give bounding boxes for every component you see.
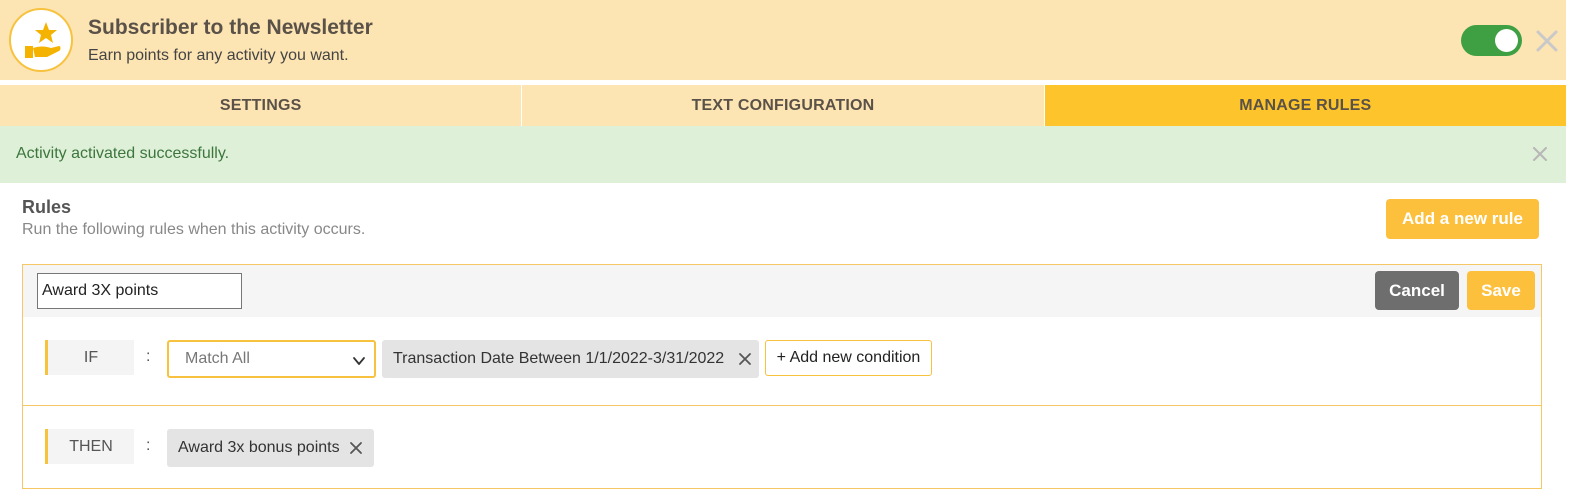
match-select[interactable]: Match All <box>167 340 376 378</box>
success-alert: Activity activated successfully. <box>0 126 1566 183</box>
tab-manage-rules[interactable]: MANAGE RULES <box>1044 85 1566 126</box>
activity-title: Subscriber to the Newsletter <box>88 16 373 39</box>
action-chip: Award 3x bonus points <box>167 429 374 467</box>
add-rule-button[interactable]: Add a new rule <box>1386 199 1539 239</box>
rule-name-input[interactable] <box>37 273 242 309</box>
cancel-button[interactable]: Cancel <box>1375 271 1459 310</box>
rule-card: Cancel Save IF : Match All Transaction D… <box>22 264 1542 489</box>
activity-toggle[interactable] <box>1461 25 1522 56</box>
then-keyword: THEN <box>45 429 134 464</box>
remove-action-icon[interactable] <box>349 441 363 455</box>
tab-bar: SETTINGS TEXT CONFIGURATION MANAGE RULES <box>0 85 1566 126</box>
rules-description: Run the following rules when this activi… <box>22 221 366 238</box>
condition-chip-label: Transaction Date Between 1/1/2022-3/31/2… <box>393 350 725 367</box>
rule-header: Cancel Save <box>23 265 1541 317</box>
tab-settings[interactable]: SETTINGS <box>0 85 523 126</box>
activity-header: Subscriber to the Newsletter Earn points… <box>0 0 1566 80</box>
if-keyword: IF <box>45 340 134 375</box>
if-colon: : <box>146 348 151 365</box>
then-colon: : <box>146 437 151 454</box>
hand-star-icon <box>9 8 73 72</box>
alert-message: Activity activated successfully. <box>16 145 230 162</box>
alert-close-icon[interactable] <box>1532 146 1548 162</box>
match-select-value: Match All <box>185 350 250 367</box>
save-button[interactable]: Save <box>1467 271 1535 310</box>
activity-subtitle: Earn points for any activity you want. <box>88 47 349 64</box>
add-condition-button[interactable]: + Add new condition <box>765 340 932 376</box>
chevron-down-icon <box>353 357 365 365</box>
rules-heading: Rules <box>22 197 72 217</box>
rule-divider <box>23 405 1541 406</box>
tab-text-configuration[interactable]: TEXT CONFIGURATION <box>522 85 1045 126</box>
condition-chip: Transaction Date Between 1/1/2022-3/31/2… <box>382 340 759 378</box>
action-chip-label: Award 3x bonus points <box>178 439 340 456</box>
toggle-knob <box>1495 29 1518 52</box>
close-icon[interactable] <box>1535 29 1559 53</box>
remove-condition-icon[interactable] <box>738 352 752 366</box>
